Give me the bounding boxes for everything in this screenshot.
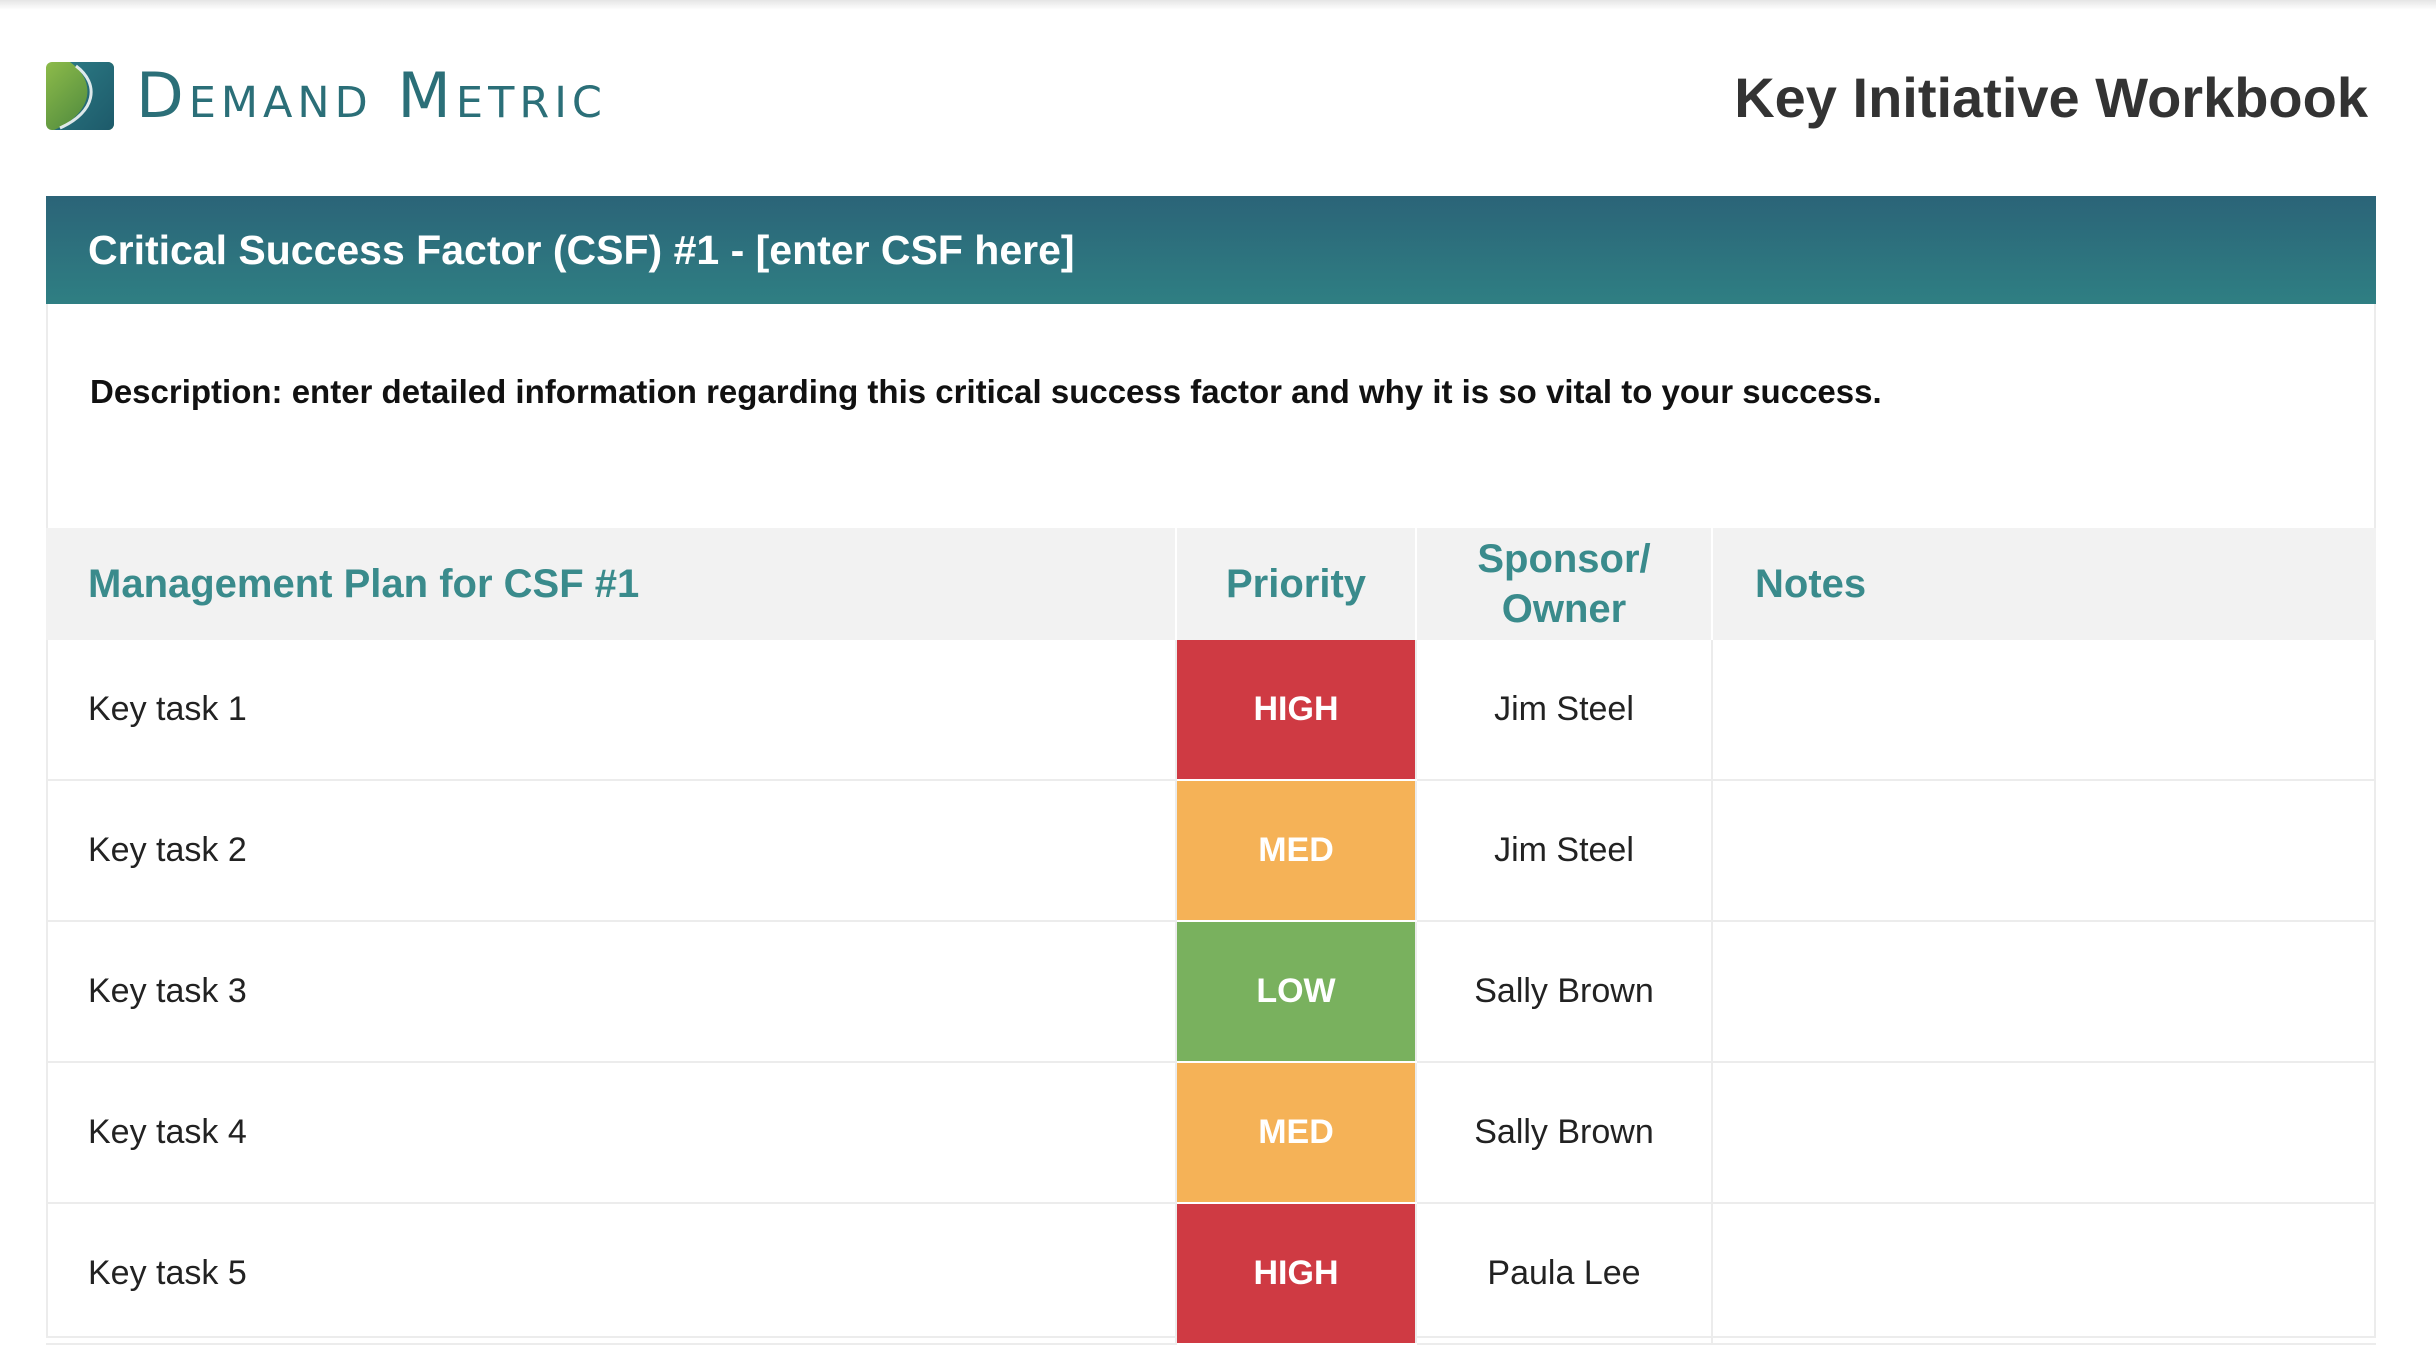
priority-cell[interactable]: HIGH: [1176, 640, 1417, 781]
demand-metric-logo-icon: [46, 62, 114, 130]
column-header-priority: Priority: [1176, 528, 1417, 640]
task-cell[interactable]: Key task 5: [46, 1203, 1177, 1345]
csf-card: Critical Success Factor (CSF) #1 - [ente…: [46, 196, 2376, 1345]
priority-cell[interactable]: LOW: [1176, 921, 1417, 1063]
owner-cell[interactable]: Sally Brown: [1416, 1062, 1713, 1204]
notes-cell[interactable]: [1712, 1203, 2376, 1345]
column-header-task: Management Plan for CSF #1: [46, 528, 1177, 640]
column-header-owner-line1: Sponsor/: [1477, 537, 1651, 581]
task-cell[interactable]: Key task 1: [46, 640, 1177, 781]
table-row: Key task 3 LOW Sally Brown: [46, 921, 2376, 1063]
column-header-notes: Notes: [1712, 528, 2376, 640]
notes-cell[interactable]: [1712, 1062, 2376, 1204]
window-top-shadow: [0, 0, 2436, 10]
priority-cell[interactable]: HIGH: [1176, 1203, 1417, 1345]
notes-cell[interactable]: [1712, 640, 2376, 781]
column-header-owner: Sponsor/ Owner: [1416, 528, 1713, 640]
table-row: Key task 4 MED Sally Brown: [46, 1062, 2376, 1204]
owner-cell[interactable]: Sally Brown: [1416, 921, 1713, 1063]
owner-cell[interactable]: Jim Steel: [1416, 640, 1713, 781]
csf-description[interactable]: Description: enter detailed information …: [90, 370, 1882, 414]
notes-cell[interactable]: [1712, 921, 2376, 1063]
brand-name: Demand Metric: [136, 59, 607, 132]
owner-cell[interactable]: Paula Lee: [1416, 1203, 1713, 1345]
table-row: Key task 5 HIGH Paula Lee: [46, 1203, 2376, 1345]
brand-logo: Demand Metric: [46, 62, 607, 130]
task-cell[interactable]: Key task 2: [46, 780, 1177, 922]
priority-cell[interactable]: MED: [1176, 780, 1417, 922]
owner-cell[interactable]: Jim Steel: [1416, 780, 1713, 922]
csf-title-banner[interactable]: Critical Success Factor (CSF) #1 - [ente…: [46, 196, 2376, 304]
task-cell[interactable]: Key task 4: [46, 1062, 1177, 1204]
column-header-owner-line2: Owner: [1501, 587, 1627, 631]
priority-cell[interactable]: MED: [1176, 1062, 1417, 1204]
task-cell[interactable]: Key task 3: [46, 921, 1177, 1063]
notes-cell[interactable]: [1712, 780, 2376, 922]
table-row: Key task 2 MED Jim Steel: [46, 780, 2376, 922]
management-plan-table: Management Plan for CSF #1 Priority Spon…: [46, 528, 2376, 1345]
document-title: Key Initiative Workbook: [1734, 66, 2368, 129]
table-row: Key task 1 HIGH Jim Steel: [46, 640, 2376, 781]
table-header-row: Management Plan for CSF #1 Priority Spon…: [46, 528, 2376, 640]
